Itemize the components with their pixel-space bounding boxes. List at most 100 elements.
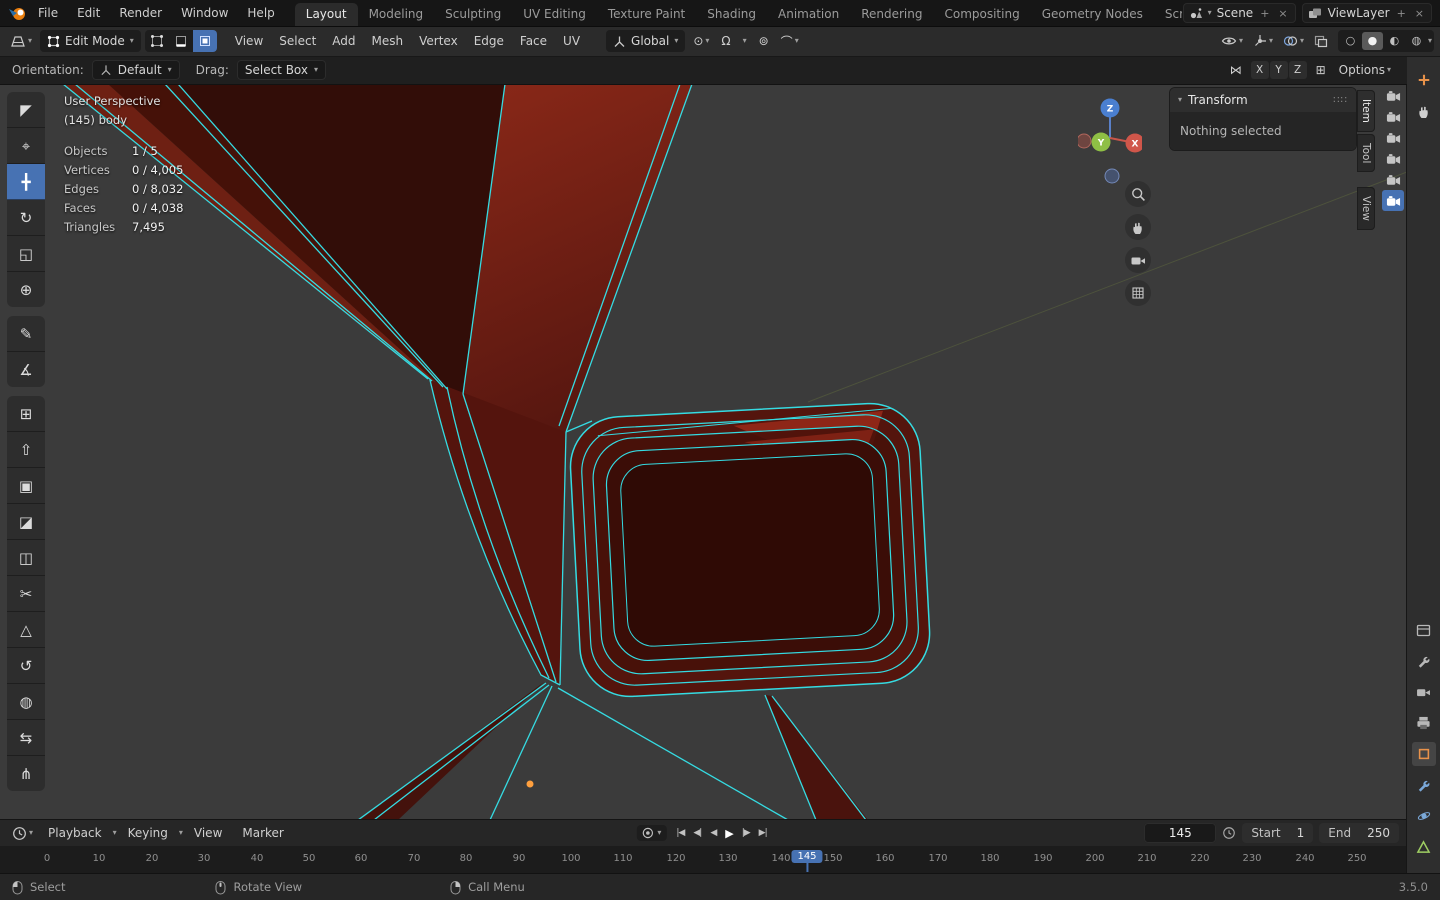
drag-handle-icon[interactable]: ∷∷ (1333, 95, 1348, 106)
extrude-region-tool-button[interactable]: ⇧ (7, 432, 45, 468)
viewport-3d[interactable]: ◤ ⌖ ╋ ↻ ◱ ⊕ ✎ ∡ ⊞ ⇧ ▣ ◪ ◫ ✂ △ ↺ ◍ ⇆ ⋔ Us… (0, 84, 1407, 820)
xray-toggle[interactable] (1310, 33, 1332, 50)
close-icon[interactable]: × (1276, 7, 1289, 20)
modifier-properties-tab[interactable] (1412, 773, 1436, 797)
auto-keying-toggle[interactable]: ▾ (636, 825, 667, 841)
navigation-gizmo[interactable]: Z X Y (1078, 92, 1142, 184)
workspace-tab-sculpting[interactable]: Sculpting (434, 3, 512, 26)
menu-mesh[interactable]: Mesh (364, 31, 412, 51)
poly-build-tool-button[interactable]: △ (7, 612, 45, 648)
prev-keyframe-button[interactable]: ◀| (689, 826, 705, 840)
editor-type-dropdown[interactable]: ▾ (6, 32, 36, 50)
render-visibility-camera-icon[interactable] (1382, 190, 1404, 211)
new-layer-icon[interactable]: + (1395, 7, 1408, 20)
view-layer-selector[interactable]: ViewLayer + × (1301, 3, 1432, 23)
workspace-tab-geometry-nodes[interactable]: Geometry Nodes (1031, 3, 1154, 26)
play-reverse-button[interactable]: ◀ (706, 826, 720, 840)
menu-file[interactable]: File (29, 3, 67, 23)
inset-faces-tool-button[interactable]: ▣ (7, 468, 45, 504)
loop-cut-tool-button[interactable]: ◫ (7, 540, 45, 576)
render-visibility-camera-icon[interactable] (1382, 169, 1404, 190)
render-visibility-camera-icon[interactable] (1382, 127, 1404, 148)
render-visibility-camera-icon[interactable] (1382, 148, 1404, 169)
shading-material-button[interactable]: ◐ (1384, 32, 1405, 50)
new-scene-icon[interactable]: + (1258, 7, 1271, 20)
menu-render[interactable]: Render (110, 3, 171, 23)
menu-help[interactable]: Help (238, 3, 283, 23)
workspace-tab-compositing[interactable]: Compositing (933, 3, 1030, 26)
workspace-tab-texture-paint[interactable]: Texture Paint (597, 3, 696, 26)
toggle-perspective-button[interactable] (1125, 280, 1151, 306)
menu-keying[interactable]: Keying (119, 823, 177, 843)
hand-icon[interactable] (1412, 99, 1436, 123)
play-button[interactable]: ▶ (721, 825, 736, 842)
edge-slide-tool-button[interactable]: ⇆ (7, 720, 45, 756)
smooth-tool-button[interactable]: ◍ (7, 684, 45, 720)
visibility-dropdown[interactable]: ▾ (1217, 33, 1247, 49)
mirror-y-button[interactable]: Y (1269, 61, 1288, 79)
transform-panel-header[interactable]: ▾ Transform ∷∷ (1170, 88, 1356, 112)
playhead[interactable]: 145 (791, 850, 823, 863)
properties-editor-icon[interactable] (1412, 618, 1436, 642)
workspace-tab-shading[interactable]: Shading (696, 3, 767, 26)
shading-wireframe-button[interactable]: ○ (1340, 32, 1361, 50)
menu-add[interactable]: Add (324, 31, 363, 51)
shading-rendered-button[interactable]: ◍ (1406, 32, 1427, 50)
timeline-ruler[interactable]: 0 10 20 30 40 50 60 70 80 90 100 110 120… (0, 845, 1407, 874)
snap-base-icon[interactable]: ⊞ (1312, 61, 1330, 79)
proportional-falloff-dropdown[interactable]: ⌒ ▾ (777, 31, 803, 52)
axis-negative-x-handle[interactable] (1078, 133, 1092, 149)
scene-selector[interactable]: ▾ Scene + × (1182, 3, 1296, 23)
overlays-dropdown[interactable]: ▾ (1279, 33, 1308, 49)
camera-view-button[interactable] (1125, 247, 1151, 273)
menu-marker[interactable]: Marker (233, 823, 292, 843)
menu-playback[interactable]: Playback (39, 823, 111, 843)
menu-view-timeline[interactable]: View (185, 823, 231, 843)
mirror-x-button[interactable]: X (1250, 61, 1269, 79)
pivot-point-dropdown[interactable]: ⊙ ▾ (689, 32, 713, 50)
current-frame-field[interactable]: 145 (1144, 823, 1217, 843)
tool-properties-tab[interactable] (1412, 649, 1436, 673)
gizmos-dropdown[interactable]: ▾ (1249, 32, 1277, 50)
sidebar-tab-tool[interactable]: Tool (1357, 133, 1375, 173)
scale-tool-button[interactable]: ◱ (7, 236, 45, 272)
menu-uv[interactable]: UV (555, 31, 588, 51)
options-dropdown[interactable]: Options ▾ (1335, 61, 1395, 79)
workspace-tab-animation[interactable]: Animation (767, 3, 850, 26)
end-frame-field[interactable]: End 250 (1319, 823, 1399, 843)
rip-region-tool-button[interactable]: ⋔ (7, 756, 45, 791)
workspace-tab-rendering[interactable]: Rendering (850, 3, 933, 26)
object-data-properties-tab[interactable] (1412, 835, 1436, 859)
menu-window[interactable]: Window (172, 3, 237, 23)
workspace-tab-modeling[interactable]: Modeling (358, 3, 435, 26)
blender-logo[interactable] (8, 5, 28, 21)
next-keyframe-button[interactable]: |▶ (738, 826, 754, 840)
transform-tool-button[interactable]: ⊕ (7, 272, 45, 307)
object-properties-tab[interactable] (1411, 742, 1436, 766)
mirror-z-button[interactable]: Z (1288, 61, 1307, 79)
mirror-icon[interactable]: ⋈ (1226, 61, 1246, 79)
cursor-tool-button[interactable]: ⌖ (7, 128, 45, 164)
menu-select[interactable]: Select (271, 31, 324, 51)
axis-negative-z-handle[interactable] (1104, 168, 1120, 184)
bevel-tool-button[interactable]: ◪ (7, 504, 45, 540)
workspace-tab-uv-editing[interactable]: UV Editing (512, 3, 597, 26)
sidebar-tab-view[interactable]: View (1357, 187, 1375, 231)
workspace-tab-layout[interactable]: Layout (294, 3, 358, 26)
render-properties-tab[interactable] (1412, 680, 1436, 704)
rotate-tool-button[interactable]: ↻ (7, 200, 45, 236)
shading-solid-button[interactable]: ● (1361, 32, 1383, 50)
jump-to-end-button[interactable]: ▶| (755, 826, 771, 840)
timeline-editor-dropdown[interactable]: ▾ (8, 824, 37, 843)
plus-icon[interactable] (1412, 68, 1436, 92)
drag-mode-dropdown[interactable]: Select Box ▾ (236, 60, 327, 80)
mirror-mesh[interactable] (568, 401, 932, 699)
move-tool-button[interactable]: ╋ (7, 164, 45, 200)
face-select-button[interactable] (192, 30, 217, 52)
sidebar-tab-item[interactable]: Item (1357, 90, 1375, 132)
add-cube-tool-button[interactable]: ⊞ (7, 396, 45, 432)
spin-tool-button[interactable]: ↺ (7, 648, 45, 684)
render-visibility-camera-icon[interactable] (1382, 106, 1404, 127)
menu-edit[interactable]: Edit (68, 3, 109, 23)
measure-tool-button[interactable]: ∡ (7, 352, 45, 387)
